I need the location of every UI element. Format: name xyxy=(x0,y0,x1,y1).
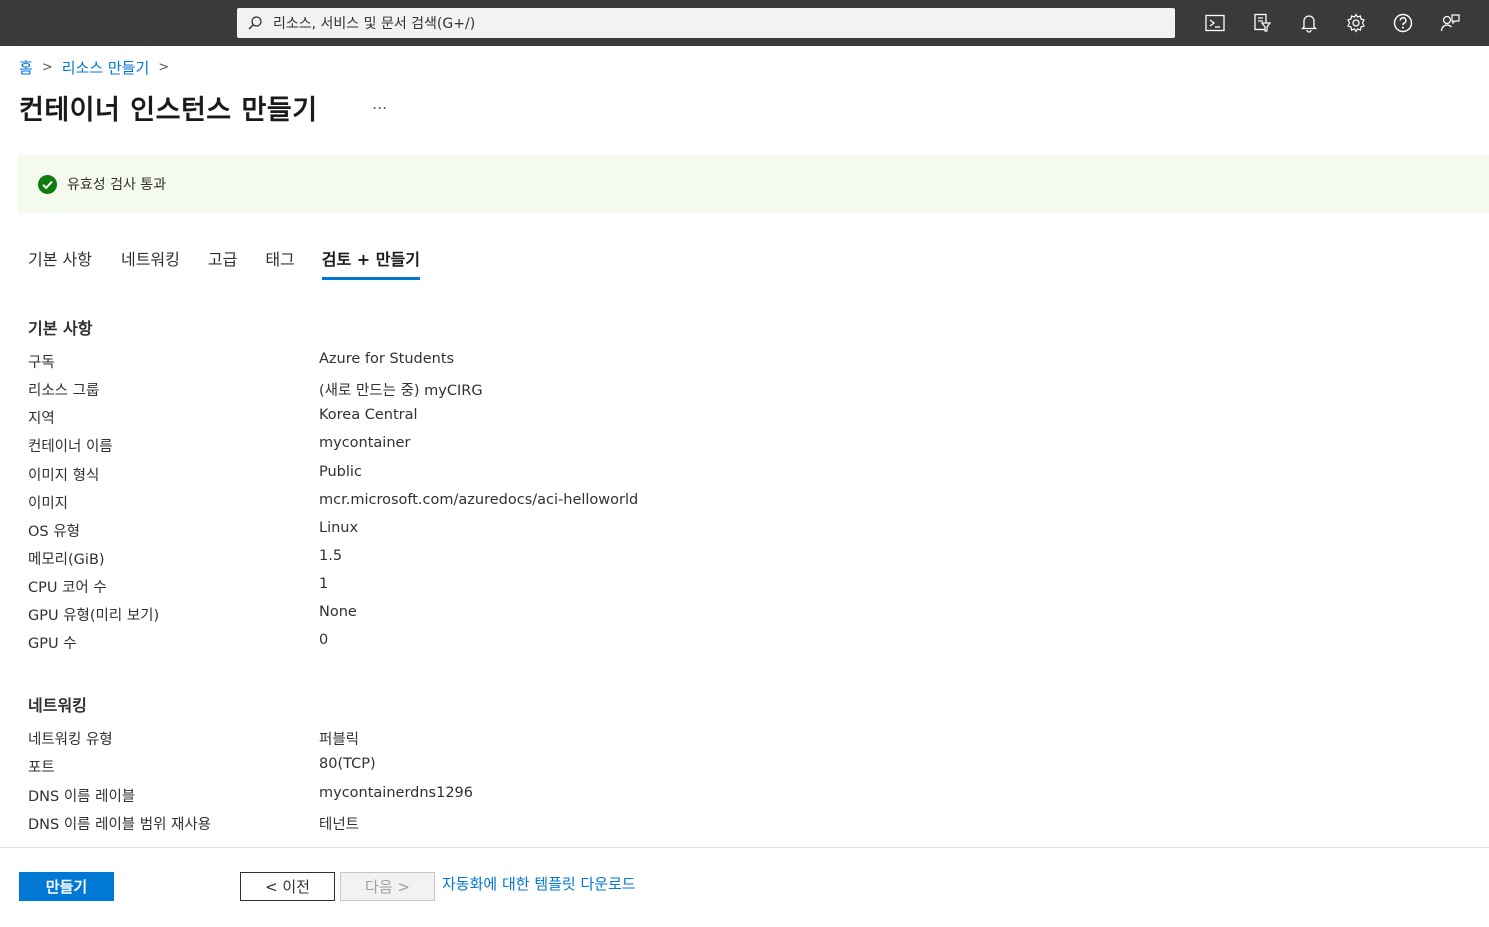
row-value: 테넌트 xyxy=(319,817,360,833)
row-label: 네트워킹 유형 xyxy=(28,732,113,748)
tab-tags[interactable]: 태그 xyxy=(265,246,294,280)
section-title-basics: 기본 사항 xyxy=(28,319,93,338)
row-value: 0 xyxy=(319,632,329,648)
tab-review-create[interactable]: 검토 + 만들기 xyxy=(321,246,421,280)
row-value: 80(TCP) xyxy=(319,756,376,772)
row-label: DNS 이름 레이블 범위 재사용 xyxy=(28,817,212,833)
row-label: GPU 유형(미리 보기) xyxy=(28,608,160,624)
row-label: 컨테이너 이름 xyxy=(28,439,113,455)
cloud-shell-icon[interactable] xyxy=(1200,8,1230,38)
previous-button[interactable]: < 이전 xyxy=(240,872,335,901)
row-label: 이미지 xyxy=(28,496,69,512)
success-check-icon xyxy=(38,174,57,194)
summary-row: DNS 이름 레이블 범위 재사용 테넌트 xyxy=(28,813,1128,837)
row-label: 포트 xyxy=(28,760,55,776)
row-value: Azure for Students xyxy=(319,351,455,367)
row-label: DNS 이름 레이블 xyxy=(28,789,136,805)
tab-advanced[interactable]: 고급 xyxy=(208,246,237,280)
chevron-right-icon: > xyxy=(41,59,53,75)
directory-filter-icon[interactable] xyxy=(1247,8,1277,38)
row-label: 이미지 형식 xyxy=(28,468,100,484)
create-button[interactable]: 만들기 xyxy=(19,872,114,901)
wizard-tabs: 기본 사항 네트워킹 고급 태그 검토 + 만들기 xyxy=(28,246,421,280)
summary-row: 이미지 형식 Public xyxy=(28,464,1128,488)
row-label: GPU 수 xyxy=(28,636,77,652)
row-value: 1 xyxy=(319,576,329,592)
help-question-icon[interactable] xyxy=(1388,8,1418,38)
row-value: Public xyxy=(319,464,362,480)
summary-row: 지역 Korea Central xyxy=(28,407,1128,431)
global-search-box[interactable]: 리소스, 서비스 및 문서 검색(G+/) xyxy=(237,8,1175,38)
tab-basics[interactable]: 기본 사항 xyxy=(28,246,92,280)
settings-gear-icon[interactable] xyxy=(1341,8,1371,38)
search-icon xyxy=(237,8,273,38)
row-label: 리소스 그룹 xyxy=(28,383,100,399)
breadcrumb-home[interactable]: 홈 xyxy=(19,57,33,78)
validation-message: 유효성 검사 통과 xyxy=(67,177,167,193)
row-value: (새로 만드는 중) myCIRG xyxy=(319,383,483,399)
summary-row: 컨테이너 이름 mycontainer xyxy=(28,435,1128,459)
tab-networking[interactable]: 네트워킹 xyxy=(121,246,180,280)
validation-banner: 유효성 검사 통과 xyxy=(18,155,1489,213)
row-label: CPU 코어 수 xyxy=(28,580,107,596)
summary-row: GPU 수 0 xyxy=(28,632,1128,656)
row-value: None xyxy=(319,604,357,620)
summary-row: 네트워킹 유형 퍼블릭 xyxy=(28,728,1128,752)
section-title-networking: 네트워킹 xyxy=(28,696,87,715)
row-value: mcr.microsoft.com/azuredocs/aci-hellowor… xyxy=(319,492,639,508)
breadcrumb-create-resource[interactable]: 리소스 만들기 xyxy=(62,57,150,78)
summary-row: GPU 유형(미리 보기) None xyxy=(28,604,1128,628)
row-value: mycontainerdns1296 xyxy=(319,785,474,801)
breadcrumb: 홈 > 리소스 만들기 > xyxy=(19,57,178,77)
chevron-right-icon: > xyxy=(158,59,170,75)
top-navigation-bar: 리소스, 서비스 및 문서 검색(G+/) xyxy=(0,0,1489,46)
summary-row: 구독 Azure for Students xyxy=(28,351,1128,375)
feedback-icon[interactable] xyxy=(1435,8,1465,38)
summary-row: 이미지 mcr.microsoft.com/azuredocs/aci-hello… xyxy=(28,492,1128,516)
footer-divider xyxy=(0,847,1489,848)
summary-row: CPU 코어 수 1 xyxy=(28,576,1128,600)
row-value: 퍼블릭 xyxy=(319,732,360,748)
summary-row: 리소스 그룹 (새로 만드는 중) myCIRG xyxy=(28,379,1128,403)
more-options-button[interactable]: ... xyxy=(372,94,387,113)
row-value: Korea Central xyxy=(319,407,418,423)
row-value: Linux xyxy=(319,520,359,536)
summary-row: OS 유형 Linux xyxy=(28,520,1128,544)
row-value: 1.5 xyxy=(319,548,343,564)
summary-row: 메모리(GiB) 1.5 xyxy=(28,548,1128,572)
search-input[interactable]: 리소스, 서비스 및 문서 검색(G+/) xyxy=(273,13,475,33)
row-label: OS 유형 xyxy=(28,524,80,540)
row-label: 구독 xyxy=(28,355,55,371)
row-label: 메모리(GiB) xyxy=(28,552,105,568)
summary-row: 포트 80(TCP) xyxy=(28,756,1128,780)
notifications-bell-icon[interactable] xyxy=(1294,8,1324,38)
next-button[interactable]: 다음 > xyxy=(340,872,435,901)
download-template-link[interactable]: 자동화에 대한 템플릿 다운로드 xyxy=(442,873,636,894)
page-title: 컨테이너 인스턴스 만들기 xyxy=(19,95,318,126)
row-label: 지역 xyxy=(28,411,55,427)
summary-row: DNS 이름 레이블 mycontainerdns1296 xyxy=(28,785,1128,809)
row-value: mycontainer xyxy=(319,435,411,451)
